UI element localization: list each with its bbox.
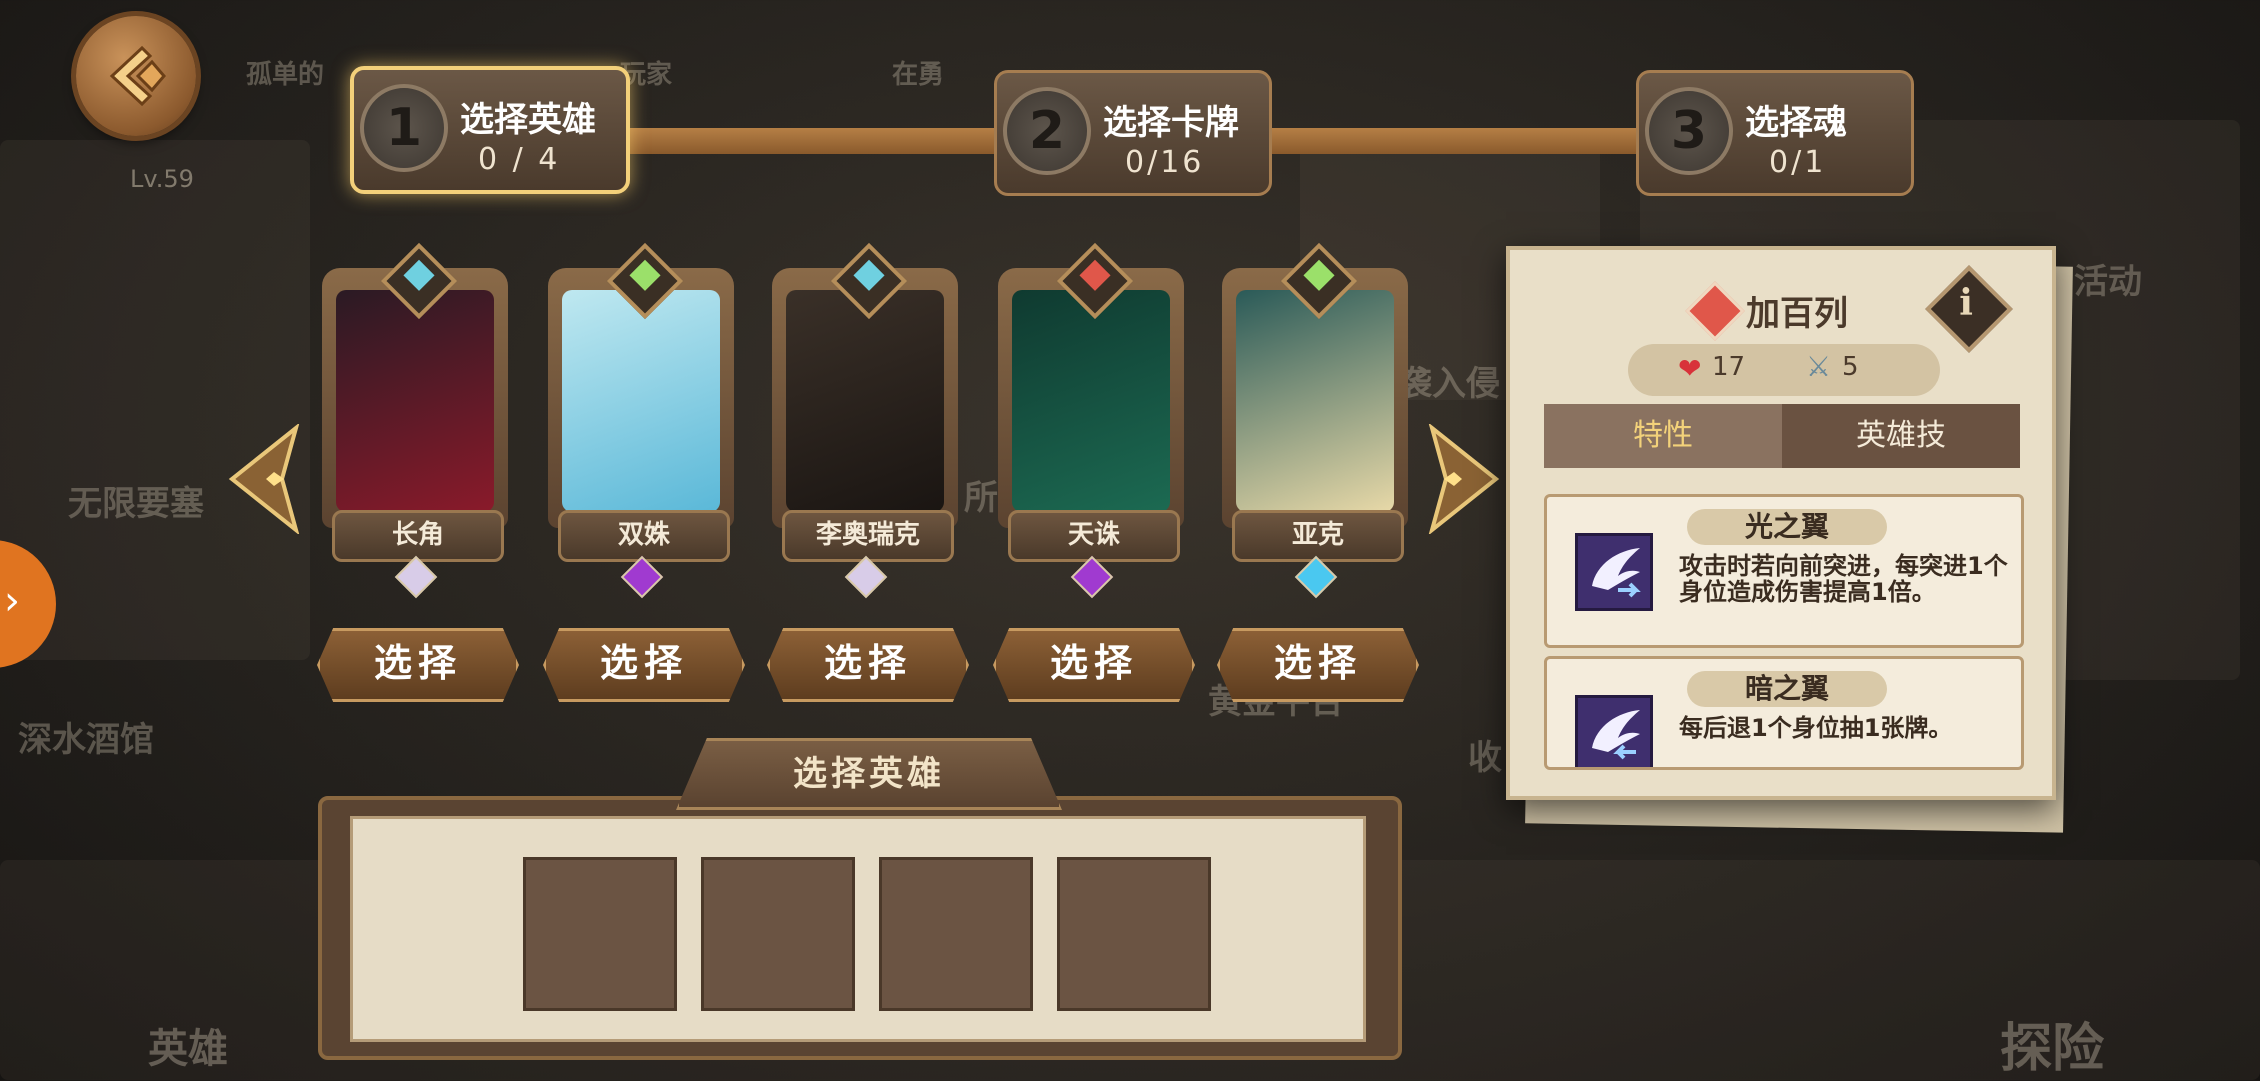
next-page-button[interactable] xyxy=(1428,422,1502,536)
rarity-gem-icon xyxy=(844,555,888,599)
sword-icon: ⚔ xyxy=(1806,350,1832,383)
select-hero-button[interactable]: 选择 xyxy=(543,628,745,702)
select-hero-button[interactable]: 选择 xyxy=(1217,628,1419,702)
hero-slot-4[interactable] xyxy=(1057,857,1211,1011)
step-select-hero[interactable]: 1 选择英雄 0 / 4 xyxy=(350,66,630,194)
rarity-gem-icon xyxy=(1070,555,1114,599)
hero-portrait xyxy=(562,290,720,512)
prev-page-button[interactable] xyxy=(226,422,300,536)
selected-heroes-panel xyxy=(318,796,1402,1060)
skill-card: 暗之翼 每后退1个身位抽1张牌。 xyxy=(1544,656,2024,770)
nav-hero-label[interactable]: 英雄 xyxy=(148,1016,228,1074)
bg-label-shenshui: 深水酒馆 xyxy=(18,720,154,760)
hero-name: 亚克 xyxy=(1232,510,1404,562)
step-title: 选择英雄 xyxy=(460,100,596,140)
step-select-cards[interactable]: 2 选择卡牌 0/16 xyxy=(994,70,1272,196)
hero-portrait xyxy=(1012,290,1170,512)
bg-banner-text: 孤单的 xyxy=(246,60,325,90)
select-hero-button[interactable]: 选择 xyxy=(993,628,1195,702)
tab-hero-skill[interactable]: 英雄技 xyxy=(1782,404,2020,468)
hero-slot-3[interactable] xyxy=(879,857,1033,1011)
back-button[interactable] xyxy=(76,16,196,136)
hero-slot-1[interactable] xyxy=(523,857,677,1011)
step-count: 0/16 xyxy=(1125,145,1205,180)
chevron-right-icon: › xyxy=(4,578,20,624)
nav-explore-label[interactable]: 探险 xyxy=(2000,1006,2104,1081)
bg-label-shou: 收 xyxy=(1468,738,1502,778)
hero-name: 天诛 xyxy=(1008,510,1180,562)
bg-label-wuxian: 无限要塞 xyxy=(68,484,204,524)
hero-card[interactable]: 李奥瑞克 xyxy=(772,242,958,599)
hero-card[interactable]: 亚克 xyxy=(1222,242,1408,599)
bg-label-ruqin: 袭入侵 xyxy=(1398,364,1500,404)
info-icon: i xyxy=(1959,282,1973,325)
tab-traits[interactable]: 特性 xyxy=(1544,404,1782,468)
hero-portrait xyxy=(1236,290,1394,512)
hero-card[interactable]: 长角 xyxy=(322,242,508,599)
step-number: 2 xyxy=(1003,87,1091,175)
skill-description: 攻击时若向前突进，每突进1个身位造成伤害提高1倍。 xyxy=(1679,552,2008,606)
hero-detail-panel: 加百列 i ❤ 17 ⚔ 5 特性 英雄技 光之翼 攻击时若向前突进，每突进1个… xyxy=(1506,246,2056,800)
select-hero-button[interactable]: 选择 xyxy=(767,628,969,702)
hp-value: 17 xyxy=(1712,352,1746,382)
hero-slot-2[interactable] xyxy=(701,857,855,1011)
step-title: 选择魂 xyxy=(1745,103,1847,143)
selected-heroes-title: 选择英雄 xyxy=(676,738,1062,810)
hero-card[interactable]: 双姝 xyxy=(548,242,734,599)
wing-icon xyxy=(1575,695,1653,767)
step-track-2 xyxy=(1262,128,1650,154)
step-count: 0/1 xyxy=(1769,145,1827,180)
rarity-gem-icon xyxy=(1294,555,1338,599)
skill-name: 光之翼 xyxy=(1687,509,1887,545)
hero-detail-name: 加百列 xyxy=(1746,294,1848,334)
bg-banner-text-3: 在勇 xyxy=(892,60,945,90)
hero-portrait xyxy=(336,290,494,512)
selected-heroes-area xyxy=(350,816,1366,1042)
heart-icon: ❤ xyxy=(1678,352,1702,385)
detail-tabs: 特性 英雄技 xyxy=(1544,404,2020,468)
chevron-right-icon xyxy=(1428,422,1500,536)
step-number: 3 xyxy=(1645,87,1733,175)
bg-label-huodong: 活动 xyxy=(2074,262,2142,302)
skill-description: 每后退1个身位抽1张牌。 xyxy=(1679,714,1953,742)
hero-card[interactable]: 天诛 xyxy=(998,242,1184,599)
step-number: 1 xyxy=(360,84,448,172)
player-level: Lv.59 xyxy=(130,165,194,193)
skill-card: 光之翼 攻击时若向前突进，每突进1个身位造成伤害提高1倍。 xyxy=(1544,494,2024,648)
power-value: 5 xyxy=(1842,352,1859,382)
skill-name: 暗之翼 xyxy=(1687,671,1887,707)
back-arrow-icon xyxy=(109,45,166,107)
hero-stats: ❤ 17 ⚔ 5 xyxy=(1628,344,1940,396)
step-title: 选择卡牌 xyxy=(1103,103,1239,143)
chevron-left-icon xyxy=(228,422,300,536)
hero-name: 长角 xyxy=(332,510,504,562)
rarity-gem-icon xyxy=(394,555,438,599)
step-track-1 xyxy=(620,128,1010,154)
step-count: 0 / 4 xyxy=(478,142,561,177)
wing-icon xyxy=(1575,533,1653,611)
select-hero-button[interactable]: 选择 xyxy=(317,628,519,702)
hero-portrait xyxy=(786,290,944,512)
step-select-soul[interactable]: 3 选择魂 0/1 xyxy=(1636,70,1914,196)
rarity-gem-icon xyxy=(620,555,664,599)
hero-name: 双姝 xyxy=(558,510,730,562)
hero-name: 李奥瑞克 xyxy=(782,510,954,562)
bg-label-suo: 所 xyxy=(964,478,998,518)
info-button[interactable]: i xyxy=(1925,265,2013,353)
class-icon xyxy=(1685,281,1745,341)
